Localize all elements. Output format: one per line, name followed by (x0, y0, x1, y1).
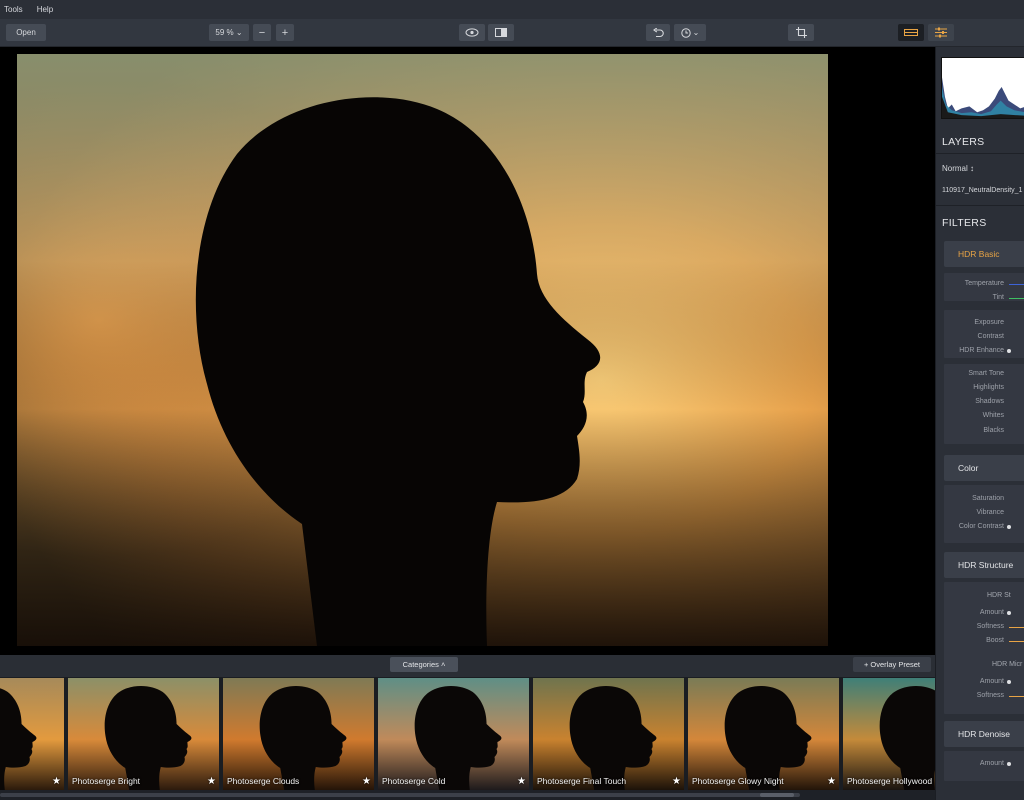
preset-label: Photoserge Cold (382, 776, 446, 786)
filter-group-white-balance (944, 273, 1024, 301)
preset-thumb-bright[interactable]: Photoserge Bright ★ (68, 678, 221, 790)
histogram (941, 57, 1024, 119)
preview-eye-button[interactable] (459, 24, 485, 41)
temperature-slider[interactable] (1009, 284, 1024, 285)
favorite-star-icon[interactable]: ★ (672, 776, 681, 787)
structure-softness-slider[interactable] (1009, 627, 1024, 628)
eye-icon (465, 28, 479, 37)
compare-icon (495, 28, 507, 37)
blacks-label: Blacks (983, 427, 1004, 434)
whites-label: Whites (982, 412, 1004, 419)
filmstrip-scrollbar[interactable] (0, 790, 935, 800)
hdr-micro-subheading: HDR Micr (992, 661, 1023, 668)
hdr-enhance-slider[interactable] (1007, 349, 1011, 353)
layer-item[interactable]: 110917_NeutralDensity_1 (942, 187, 1022, 194)
hdr-structure-subheading: HDR St (987, 592, 1011, 599)
right-panel: LAYERS Normal ↕ 110917_NeutralDensity_1 … (935, 47, 1024, 800)
filter-color-header[interactable]: Color (944, 455, 1024, 481)
smart-tone-label: Smart Tone (968, 370, 1004, 377)
color-contrast-label: Color Contrast (958, 523, 1004, 530)
filter-hdr-denoise-header[interactable]: HDR Denoise (944, 721, 1024, 747)
open-button[interactable]: Open (6, 24, 46, 41)
preset-label: Photoserge Clouds (227, 776, 300, 786)
undo-icon (652, 27, 664, 37)
preset-thumb-cold[interactable]: Photoserge Cold ★ (378, 678, 531, 790)
compare-button[interactable] (488, 24, 514, 41)
hdr-enhance-label: HDR Enhance (959, 347, 1004, 354)
saturation-label: Saturation (972, 495, 1004, 502)
history-dropdown-label: ⌄ (692, 28, 700, 37)
scrollbar-track (0, 793, 800, 797)
color-contrast-slider[interactable] (1007, 525, 1011, 529)
zoom-in-button[interactable]: + (276, 24, 294, 41)
tint-label: Tint (992, 294, 1004, 301)
favorite-star-icon[interactable]: ★ (827, 776, 836, 787)
blend-mode-select[interactable]: Normal ↕ (942, 164, 974, 173)
preset-thumb[interactable]: ★ (0, 678, 66, 790)
favorite-star-icon[interactable]: ★ (207, 776, 216, 787)
preset-thumb-final-touch[interactable]: Photoserge Final Touch ★ (533, 678, 686, 790)
zoom-out-button[interactable]: − (253, 24, 271, 41)
image-canvas[interactable] (0, 47, 935, 655)
overlay-preset-button[interactable]: + Overlay Preset (853, 657, 931, 672)
favorite-star-icon[interactable]: ★ (362, 776, 371, 787)
preset-label: Photoserge Final Touch (537, 776, 627, 786)
exposure-label: Exposure (974, 319, 1004, 326)
preset-filmstrip: ★ Photoserge Bright ★ Photoserge Clouds … (0, 677, 935, 790)
preset-bar: Categories ˄ + Overlay Preset (0, 655, 935, 677)
preset-label: Photoserge Hollywood (847, 776, 933, 786)
toolbar: Open 59 % ⌄ − + ⌄ (0, 19, 1024, 47)
filter-hdr-basic-header[interactable]: HDR Basic (944, 241, 1024, 267)
structure-boost-label: Boost (986, 637, 1004, 644)
layers-title: LAYERS (942, 136, 985, 148)
clock-icon (680, 27, 691, 38)
menu-help[interactable]: Help (37, 5, 61, 14)
structure-softness-label: Softness (976, 623, 1004, 630)
structure-boost-slider[interactable] (1009, 641, 1024, 642)
preset-thumb-glowy-night[interactable]: Photoserge Glowy Night ★ (688, 678, 841, 790)
presets-view-button[interactable] (898, 24, 924, 41)
crop-button[interactable] (788, 24, 814, 41)
preset-thumb-hollywood[interactable]: Photoserge Hollywood (843, 678, 935, 790)
structure-amount-label: Amount (979, 609, 1004, 616)
menu-bar: Tools Help (0, 0, 1024, 19)
micro-amount-slider[interactable] (1007, 680, 1011, 684)
favorite-star-icon[interactable]: ★ (52, 776, 61, 787)
denoise-amount-label: Amount (979, 760, 1004, 767)
tint-slider[interactable] (1009, 298, 1024, 299)
shadows-label: Shadows (975, 398, 1004, 405)
filters-title: FILTERS (942, 217, 987, 229)
zoom-select[interactable]: 59 % ⌄ (209, 24, 249, 41)
crop-icon (795, 27, 807, 38)
filmstrip-icon (904, 29, 918, 36)
preset-thumb-clouds[interactable]: Photoserge Clouds ★ (223, 678, 376, 790)
adjustments-view-button[interactable] (928, 24, 954, 41)
temperature-label: Temperature (964, 280, 1004, 287)
sliders-icon (935, 27, 947, 38)
preset-label: Photoserge Bright (72, 776, 141, 786)
micro-softness-slider[interactable] (1009, 696, 1024, 697)
contrast-label: Contrast (977, 333, 1004, 340)
favorite-star-icon[interactable]: ★ (517, 776, 526, 787)
filter-hdr-structure-header[interactable]: HDR Structure (944, 552, 1024, 578)
main-photo (17, 54, 828, 646)
denoise-amount-slider[interactable] (1007, 762, 1011, 766)
highlights-label: Highlights (973, 384, 1004, 391)
menu-tools[interactable]: Tools (4, 5, 31, 14)
scrollbar-thumb[interactable] (760, 793, 794, 797)
categories-button[interactable]: Categories ˄ (390, 657, 458, 672)
history-button[interactable]: ⌄ (674, 24, 706, 41)
structure-amount-slider[interactable] (1007, 611, 1011, 615)
vibrance-label: Vibrance (976, 509, 1004, 516)
micro-amount-label: Amount (979, 678, 1004, 685)
undo-button[interactable] (646, 24, 670, 41)
micro-softness-label: Softness (976, 692, 1004, 699)
preset-label: Photoserge Glowy Night (692, 776, 784, 786)
